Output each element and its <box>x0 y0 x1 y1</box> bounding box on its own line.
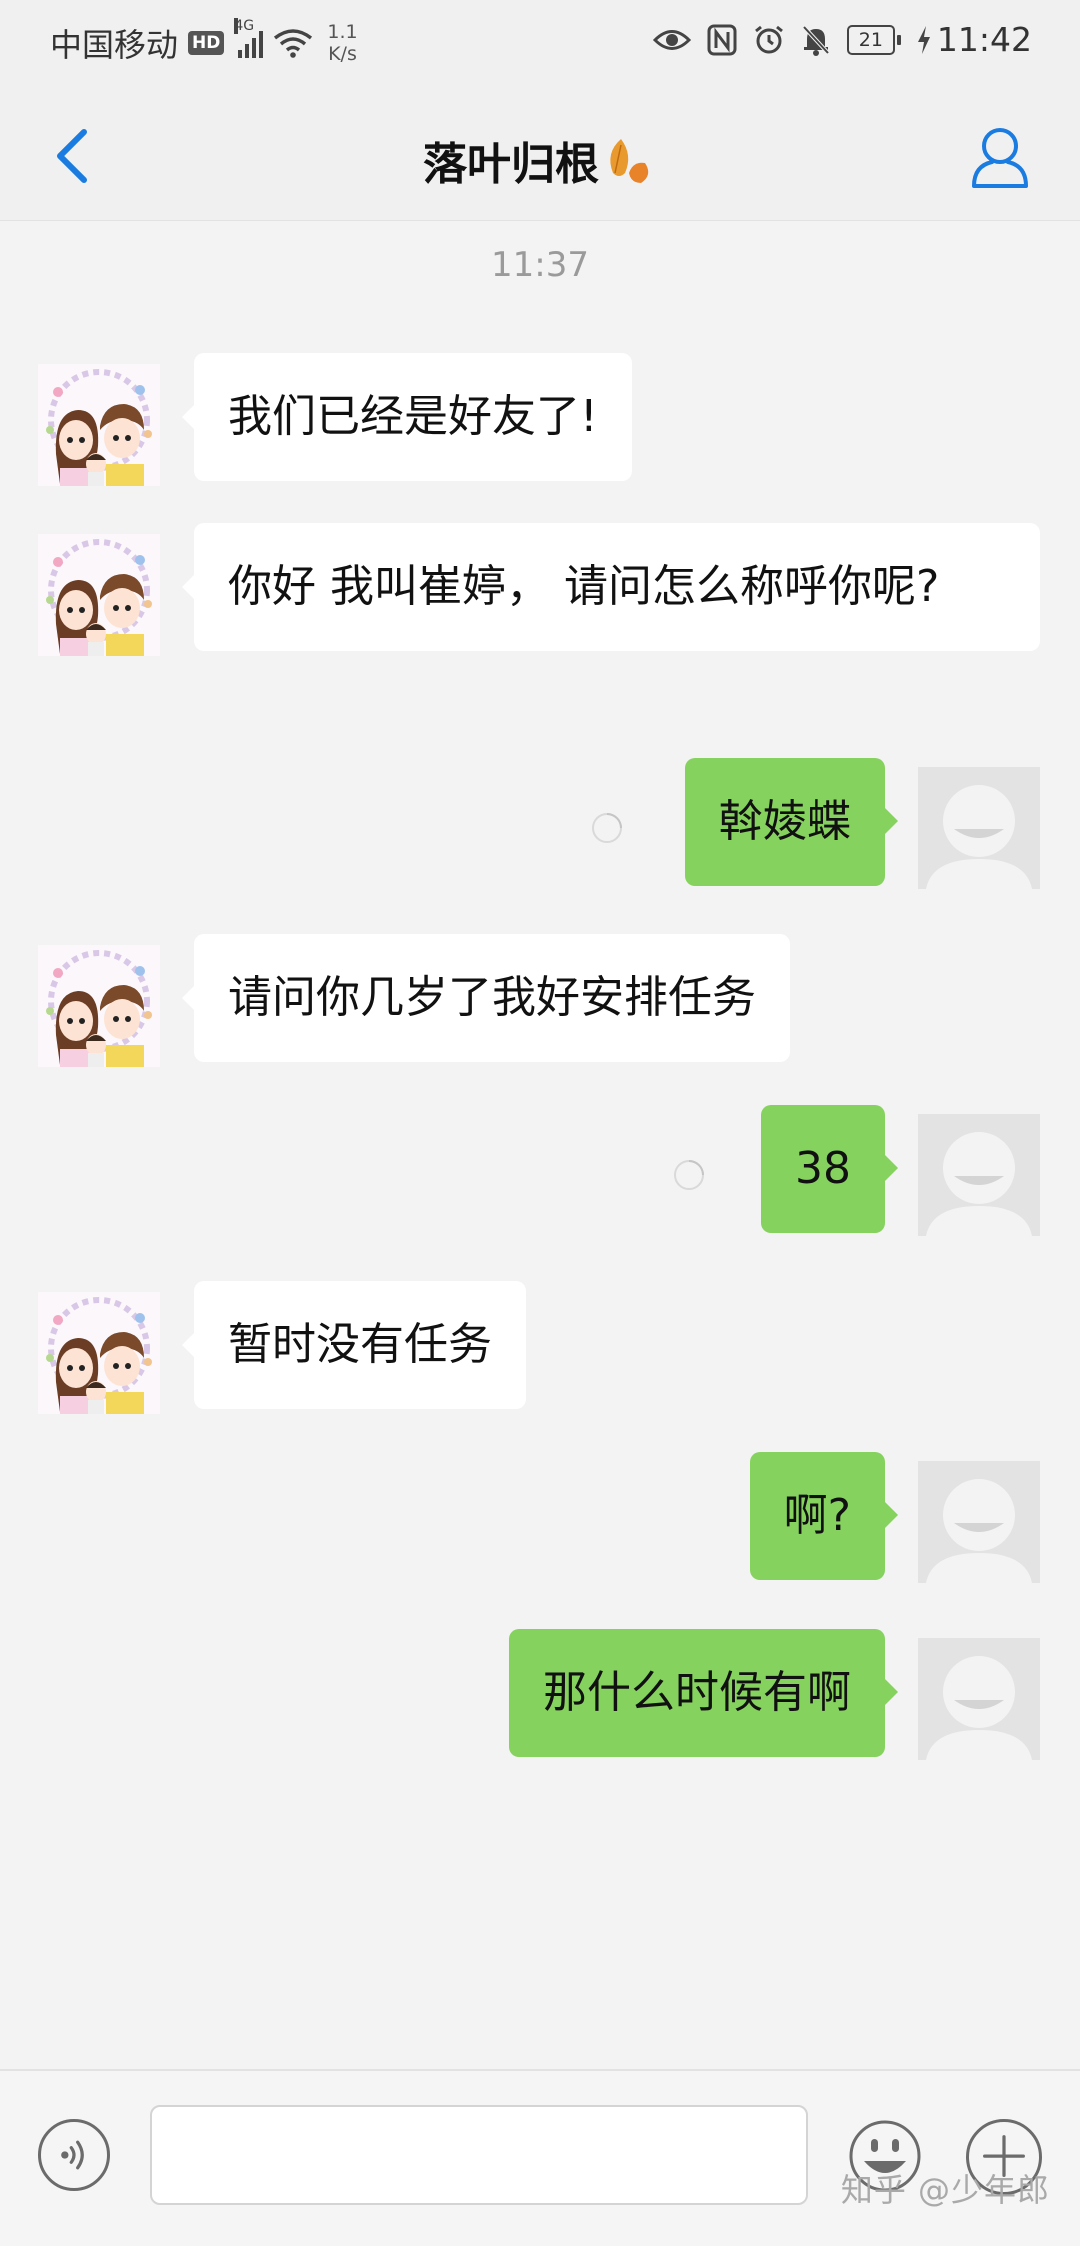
charging-icon <box>917 25 930 54</box>
friend-avatar[interactable] <box>38 945 160 1067</box>
message-bubble-received[interactable]: 我们已经是好友了! <box>182 353 632 481</box>
message-bubble-received[interactable]: 请问你几岁了我好安排任务 <box>182 934 790 1062</box>
message-bubble-sent[interactable]: 38 <box>761 1105 898 1233</box>
message-bubble-sent[interactable]: 那什么时候有啊 <box>509 1629 898 1757</box>
clock: 11:42 <box>936 20 1032 59</box>
chat-area[interactable]: 11:37 我们已经是好友了! 你好 我叫崔婷， 请问怎么称呼你呢? 斡婈蝶 请… <box>0 221 1080 2069</box>
message-timestamp: 11:37 <box>491 245 589 285</box>
net-speed-unit: K/s <box>328 43 357 65</box>
message-bubble-sent[interactable]: 斡婈蝶 <box>685 758 898 886</box>
nfc-icon <box>707 24 737 55</box>
mute-bell-icon <box>802 25 830 56</box>
my-avatar[interactable] <box>918 1638 1040 1760</box>
my-avatar[interactable] <box>918 767 1040 889</box>
eye-icon <box>652 29 691 50</box>
carrier-name: 中国移动 <box>50 26 179 64</box>
chat-header: 落叶归根 <box>0 90 1080 221</box>
loading-spinner-icon <box>592 813 622 843</box>
friend-avatar[interactable] <box>38 534 160 656</box>
voice-button[interactable] <box>38 2119 110 2191</box>
status-bar: 中国移动 HD 4G 1.1 K/s 21 11:42 <box>0 0 1080 90</box>
loading-spinner-icon <box>674 1160 704 1190</box>
message-bubble-received[interactable]: 暂时没有任务 <box>182 1281 526 1409</box>
network-type: 4G <box>234 18 255 34</box>
title-wrap: 落叶归根 <box>0 128 1080 192</box>
signal-icon: 4G <box>234 18 264 58</box>
battery-icon: 21 <box>846 24 901 55</box>
net-speed: 1.1 K/s <box>327 21 357 65</box>
my-avatar[interactable] <box>918 1461 1040 1583</box>
battery-level: 21 <box>846 24 895 55</box>
net-speed-value: 1.1 <box>327 21 358 43</box>
leaf-icon <box>610 139 649 183</box>
voice-icon <box>61 2140 84 2170</box>
message-bubble-sent[interactable]: 啊? <box>749 1452 899 1580</box>
friend-avatar[interactable] <box>38 1292 160 1414</box>
alarm-icon <box>754 25 783 53</box>
hd-badge: HD <box>188 31 225 55</box>
person-icon <box>972 128 1028 188</box>
message-bubble-received[interactable]: 你好 我叫崔婷， 请问怎么称呼你呢? <box>182 523 1040 651</box>
input-bar <box>0 2069 1080 2246</box>
watermark: 知乎 @少年郎 <box>840 2171 1050 2209</box>
status-bar-left: 中国移动 HD 4G 1.1 K/s <box>50 18 358 66</box>
message-input[interactable] <box>150 2105 808 2205</box>
profile-button[interactable] <box>968 124 1032 190</box>
chat-title: 落叶归根 <box>423 139 599 190</box>
my-avatar[interactable] <box>918 1114 1040 1236</box>
friend-avatar[interactable] <box>38 364 160 486</box>
status-bar-right: 21 11:42 <box>652 20 1032 59</box>
wifi-icon <box>274 29 313 58</box>
